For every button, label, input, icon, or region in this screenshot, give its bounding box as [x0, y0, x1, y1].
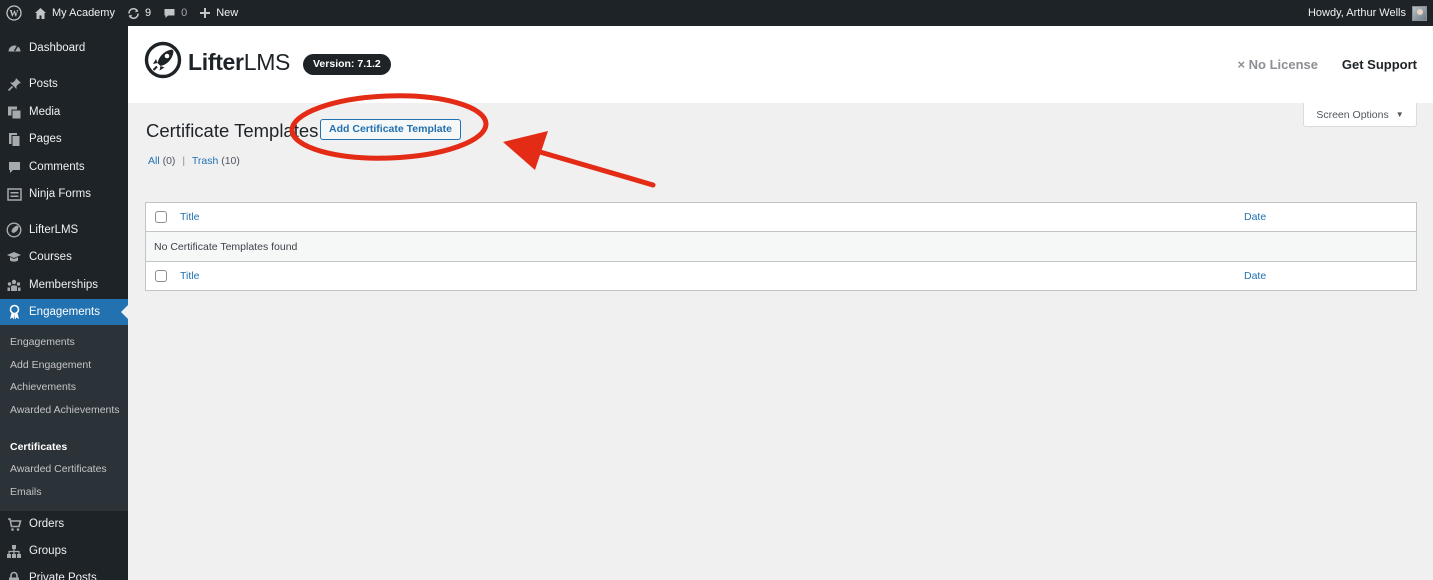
- dashboard-icon: [6, 40, 22, 56]
- sidebar-label: Courses: [29, 251, 72, 263]
- annotation-arrow-line: [537, 149, 656, 188]
- admin-sidebar: Dashboard Posts Media Pages Comments Nin…: [0, 26, 128, 580]
- submenu-awarded-achievements[interactable]: Awarded Achievements: [10, 403, 122, 418]
- pages-icon: [6, 131, 22, 147]
- submenu-engagements[interactable]: Engagements: [10, 335, 122, 350]
- home-icon: [34, 7, 47, 20]
- select-all-checkbox-footer[interactable]: [155, 270, 167, 282]
- sidebar-label: Orders: [29, 518, 65, 530]
- sidebar-item-groups[interactable]: Groups: [0, 538, 128, 564]
- column-date-sort[interactable]: Date: [1244, 211, 1266, 223]
- status-filters: All (0) | Trash (10): [148, 155, 240, 167]
- cart-icon: [6, 516, 22, 532]
- table-footer-row: Title Date: [146, 261, 1416, 290]
- sidebar-item-ninja-forms[interactable]: Ninja Forms: [0, 181, 128, 207]
- plus-icon: [199, 7, 211, 19]
- select-all-checkbox[interactable]: [155, 211, 167, 223]
- submenu-emails[interactable]: Emails: [10, 485, 122, 500]
- engagements-submenu: Engagements Add Engagement Achievements …: [0, 325, 128, 511]
- page-title: Certificate Templates: [146, 120, 319, 141]
- sidebar-item-orders[interactable]: Orders: [0, 511, 128, 537]
- submenu-awarded-certificates[interactable]: Awarded Certificates: [10, 462, 122, 477]
- avatar: [1412, 5, 1427, 21]
- rocket-logo-icon: [144, 41, 182, 84]
- column-title-sort[interactable]: Title: [180, 211, 199, 223]
- sidebar-label: Posts: [29, 78, 58, 90]
- sidebar-label: Engagements: [29, 306, 100, 318]
- column-date-sort-footer[interactable]: Date: [1244, 270, 1266, 282]
- network-icon: [6, 543, 22, 559]
- sidebar-label: Dashboard: [29, 42, 86, 54]
- filter-all-count: (0): [162, 155, 176, 167]
- logo-wordmark: LifterLMS: [188, 49, 291, 75]
- account-menu[interactable]: Howdy, Arthur Wells: [1302, 0, 1433, 26]
- graduation-cap-icon: [6, 249, 22, 265]
- table-row: No Certificate Templates found: [146, 232, 1416, 261]
- column-title-sort-footer[interactable]: Title: [180, 270, 199, 282]
- sidebar-item-engagements[interactable]: Engagements: [0, 299, 128, 325]
- filter-trash[interactable]: Trash: [192, 155, 218, 167]
- updates-link[interactable]: 9: [121, 0, 157, 26]
- screen-options-button[interactable]: Screen Options ▼: [1303, 103, 1417, 127]
- updates-icon: [127, 7, 140, 20]
- lock-icon: [6, 570, 22, 580]
- submenu-achievements[interactable]: Achievements: [10, 380, 122, 395]
- sidebar-item-memberships[interactable]: Memberships: [0, 272, 128, 298]
- sidebar-item-dashboard[interactable]: Dashboard: [0, 35, 128, 61]
- version-badge: Version: 7.1.2: [303, 54, 391, 75]
- sidebar-item-pages[interactable]: Pages: [0, 126, 128, 152]
- sidebar-item-private-posts[interactable]: Private Posts: [0, 565, 128, 580]
- sidebar-label: Media: [29, 106, 61, 118]
- groups-icon: [6, 277, 22, 293]
- greeting: Howdy, Arthur Wells: [1307, 7, 1406, 19]
- get-support-link[interactable]: Get Support: [1342, 57, 1417, 72]
- filter-all[interactable]: All: [148, 155, 160, 167]
- comment-icon: [6, 159, 22, 175]
- sidebar-item-posts[interactable]: Posts: [0, 71, 128, 97]
- table-header-row: Title Date: [146, 203, 1416, 232]
- rocket-icon: [6, 222, 22, 238]
- certificate-templates-table: Title Date No Certificate Templates foun…: [145, 202, 1417, 291]
- comments-link[interactable]: 0: [157, 0, 193, 26]
- sidebar-label: Ninja Forms: [29, 188, 91, 200]
- wordpress-logo-icon[interactable]: W: [0, 0, 28, 26]
- submenu-certificates[interactable]: Certificates: [10, 440, 122, 455]
- lifterlms-logo: LifterLMS: [144, 41, 290, 84]
- site-name-link[interactable]: My Academy: [28, 0, 121, 26]
- award-icon: [6, 304, 22, 320]
- annotation-arrow-head: [503, 131, 548, 170]
- svg-text:W: W: [10, 8, 19, 18]
- new-label: New: [216, 7, 239, 19]
- admin-bar: W My Academy 9 0 New Howdy, Arthur Wells: [0, 0, 1433, 26]
- sidebar-label: Pages: [29, 133, 62, 145]
- sidebar-item-courses[interactable]: Courses: [0, 244, 128, 270]
- submenu-add-engagement[interactable]: Add Engagement: [10, 358, 122, 373]
- sidebar-item-lifterlms[interactable]: LifterLMS: [0, 217, 128, 243]
- sidebar-item-media[interactable]: Media: [0, 99, 128, 125]
- new-content-link[interactable]: New: [193, 0, 244, 26]
- sidebar-item-comments[interactable]: Comments: [0, 154, 128, 180]
- sidebar-label: LifterLMS: [29, 224, 79, 236]
- pin-icon: [6, 76, 22, 92]
- sidebar-label: Private Posts: [29, 572, 97, 580]
- filter-trash-count: (10): [221, 155, 240, 167]
- caret-down-icon: ▼: [1395, 110, 1404, 119]
- sidebar-label: Comments: [29, 161, 85, 173]
- add-certificate-template-button[interactable]: Add Certificate Template: [320, 119, 461, 140]
- no-license-link[interactable]: × No License: [1237, 57, 1318, 72]
- screen-options-label: Screen Options: [1316, 108, 1389, 121]
- comment-icon: [163, 7, 176, 20]
- media-icon: [6, 104, 22, 120]
- filter-separator: |: [182, 155, 186, 167]
- forms-icon: [6, 186, 22, 202]
- comments-count: 0: [181, 7, 188, 19]
- sidebar-label: Groups: [29, 545, 67, 557]
- sidebar-label: Memberships: [29, 279, 99, 291]
- site-name: My Academy: [52, 7, 115, 19]
- empty-message: No Certificate Templates found: [154, 240, 298, 253]
- updates-count: 9: [144, 7, 152, 19]
- lifterlms-header: LifterLMS Version: 7.1.2 × No License Ge…: [128, 26, 1433, 103]
